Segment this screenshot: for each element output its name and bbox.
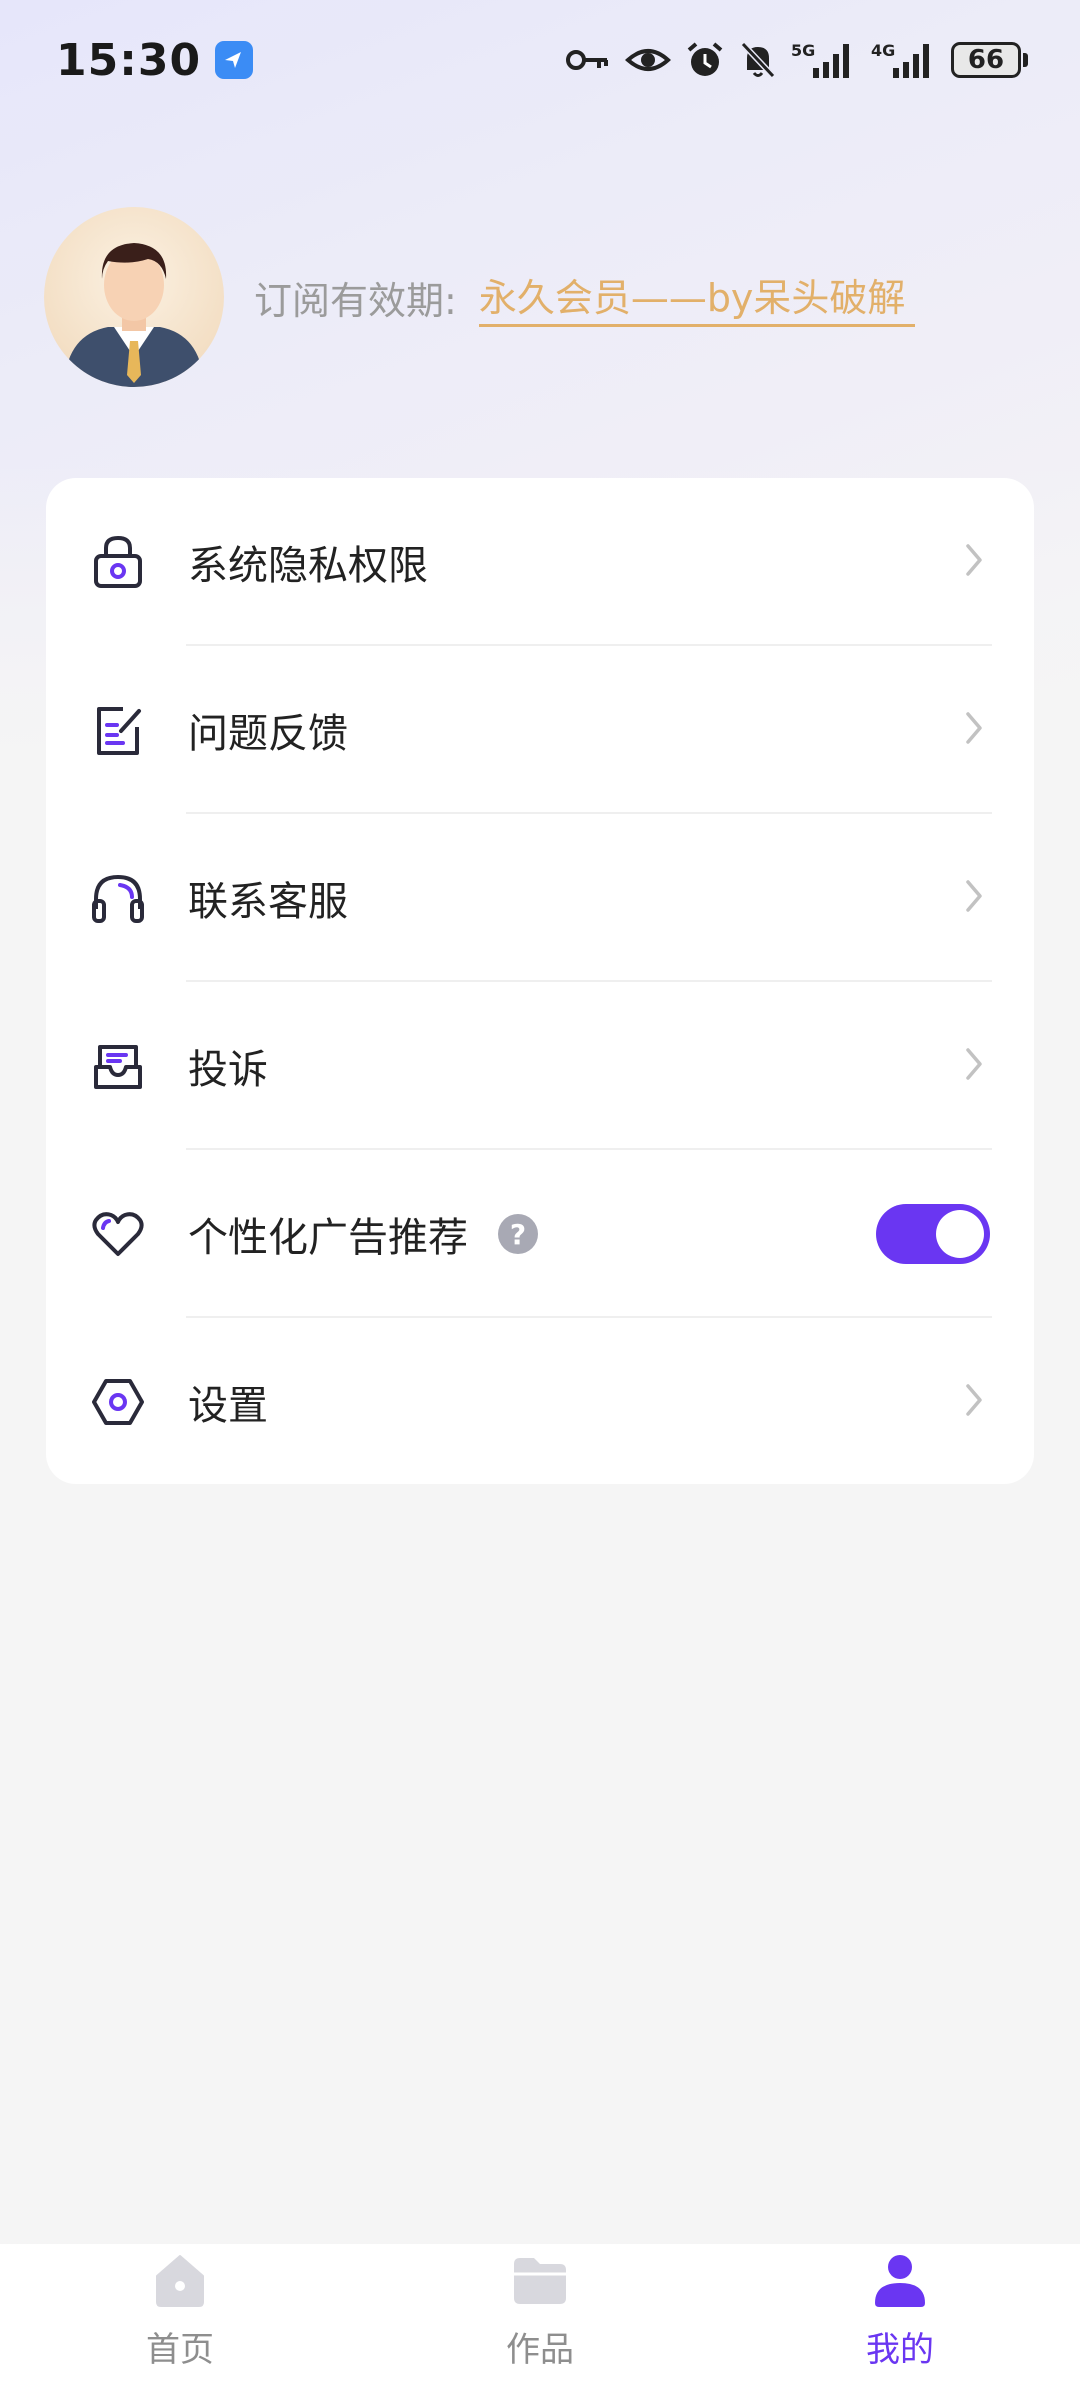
menu-item-feedback[interactable]: 问题反馈 [46, 646, 1034, 814]
signal-5g-icon: 5G [791, 40, 857, 80]
nav-item-home[interactable]: 首页 [0, 2244, 360, 2388]
menu-item-label: 系统隐私权限 [188, 543, 428, 589]
avatar[interactable] [44, 207, 224, 387]
network-4g-label: 4G [871, 41, 895, 60]
nav-label-works: 作品 [506, 2330, 574, 2370]
battery-level: 66 [951, 42, 1021, 78]
menu-item-personalized-ads: 个性化广告推荐 ? [46, 1150, 1034, 1318]
chevron-right-icon [964, 542, 984, 582]
profile-icon [870, 2250, 930, 2310]
folder-icon [510, 2250, 570, 2310]
eye-icon [625, 44, 671, 76]
nav-label-home: 首页 [146, 2330, 214, 2370]
alarm-icon [685, 40, 725, 80]
menu-item-settings[interactable]: 设置 [46, 1318, 1034, 1484]
nav-item-mine[interactable]: 我的 [720, 2244, 1080, 2388]
menu-item-privacy[interactable]: 系统隐私权限 [46, 478, 1034, 646]
network-5g-label: 5G [791, 41, 815, 60]
menu-card: 系统隐私权限 问题反馈 联系客服 投诉 个性化广告推荐 ? 设置 [46, 478, 1034, 1484]
nav-label-mine: 我的 [866, 2330, 934, 2370]
menu-item-complaint[interactable]: 投诉 [46, 982, 1034, 1150]
menu-item-label: 设置 [188, 1383, 268, 1429]
menu-item-label: 联系客服 [188, 879, 348, 925]
chevron-right-icon [964, 710, 984, 750]
status-bar: 15:30 5G 4G 66 [0, 0, 1080, 120]
toggle-knob [936, 1210, 984, 1258]
signal-4g-icon: 4G [871, 40, 937, 80]
key-icon [565, 45, 611, 75]
menu-item-label: 问题反馈 [188, 711, 348, 757]
bell-off-icon [739, 40, 777, 80]
lock-icon [90, 534, 146, 590]
status-time: 15:30 [56, 34, 202, 86]
feedback-icon [90, 702, 146, 758]
menu-item-customer-service[interactable]: 联系客服 [46, 814, 1034, 982]
battery-icon: 66 [951, 42, 1028, 78]
nav-item-works[interactable]: 作品 [360, 2244, 720, 2388]
home-icon [150, 2250, 210, 2310]
menu-item-label: 投诉 [188, 1047, 268, 1093]
personalized-ads-toggle[interactable] [876, 1204, 990, 1264]
heart-icon [90, 1206, 146, 1262]
chevron-right-icon [964, 878, 984, 918]
menu-item-label: 个性化广告推荐 [188, 1215, 468, 1261]
complaint-icon [90, 1038, 146, 1094]
chevron-right-icon [964, 1382, 984, 1422]
settings-icon [90, 1374, 146, 1430]
headset-icon [90, 870, 146, 926]
subscription-label: 订阅有效期: [254, 278, 457, 323]
subscription-value[interactable]: 永久会员——by呆头破解 [478, 267, 916, 327]
app-notification-icon [215, 41, 254, 79]
profile-header: 订阅有效期: 永久会员——by呆头破解 [44, 206, 916, 388]
bottom-nav: 首页 作品 我的 [0, 2244, 1080, 2388]
help-icon[interactable]: ? [498, 1214, 538, 1254]
chevron-right-icon [964, 1046, 984, 1086]
